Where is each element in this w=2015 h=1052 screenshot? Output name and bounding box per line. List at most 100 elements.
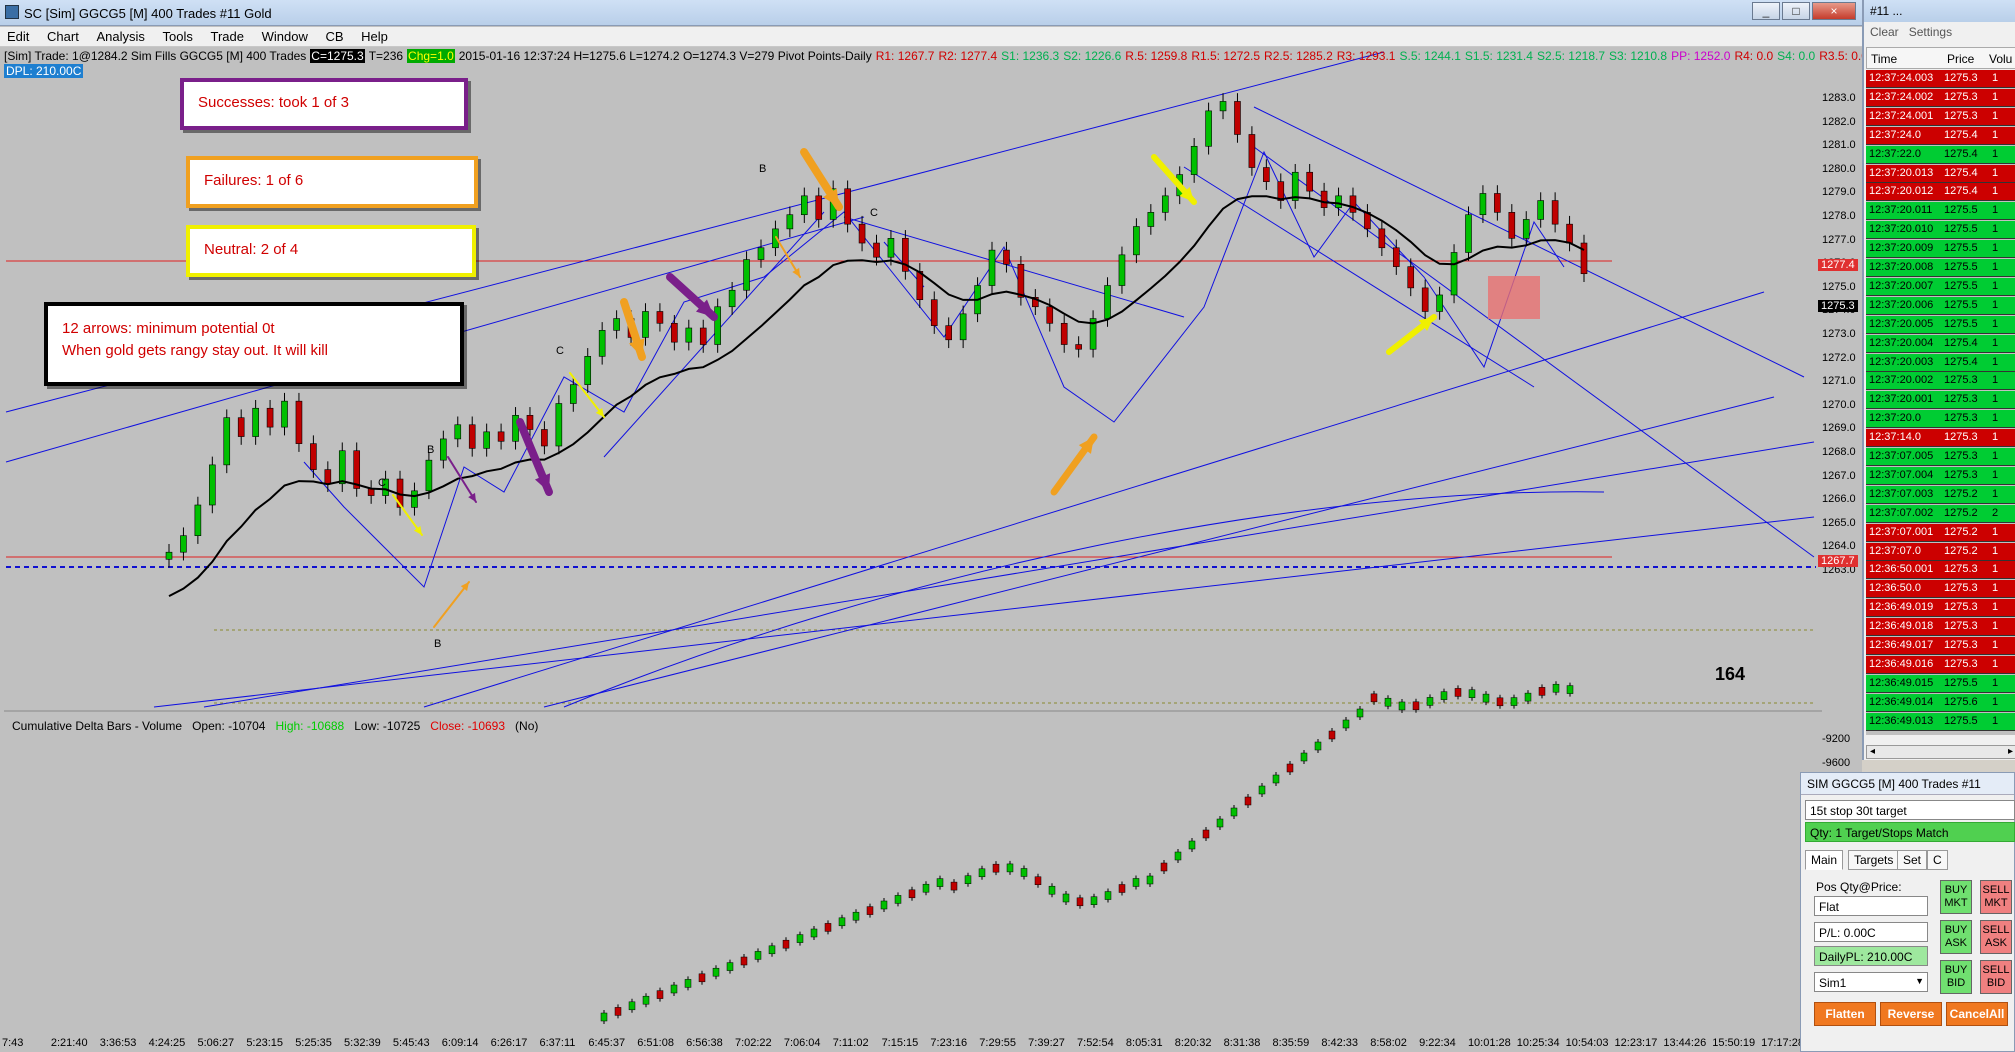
time-tick-label: 8:42:33 — [1321, 1037, 1359, 1049]
tas-cell: 1275.6 — [1944, 695, 1978, 708]
tas-cell: 1275.3 — [1944, 450, 1978, 462]
candle-body — [1450, 252, 1458, 296]
time-tick-label: 10:54:03 — [1565, 1037, 1609, 1049]
sell-market-button[interactable]: SELL MKT — [1980, 880, 2012, 914]
tab-targets[interactable]: Targets — [1848, 850, 1900, 870]
buy-market-button[interactable]: BUY MKT — [1940, 880, 1972, 914]
tab-set[interactable]: Set — [1897, 850, 1928, 870]
candle-body — [223, 417, 231, 466]
tas-cell: 12:36:49.016 — [1869, 657, 1934, 670]
info-item: [Sim] Trade: 1@1284.2 Sim Fills GGCG5 [M… — [4, 49, 307, 63]
tas-cell: 1 — [1992, 336, 1999, 349]
strategy-field[interactable]: 15t stop 30t target — [1805, 800, 2015, 820]
delta-bar — [1006, 863, 1014, 873]
chevron-down-icon[interactable]: ▼ — [1915, 976, 1924, 986]
tas-cell: 1 — [1992, 450, 1999, 462]
scroll-right-icon[interactable]: ▸ — [2008, 746, 2013, 757]
candle-body — [1436, 294, 1443, 312]
tas-cell: 12:37:20.008 — [1869, 261, 1934, 273]
tas-row: 12:37:07.001 1275.2 1 — [1866, 523, 2015, 542]
reverse-button[interactable]: Reverse — [1880, 1002, 1942, 1026]
menu-edit[interactable]: Edit — [0, 27, 36, 44]
delta-bar — [1118, 884, 1126, 893]
time-tick-label: 8:05:31 — [1125, 1037, 1163, 1049]
sell-bid-button[interactable]: SELL BID — [1980, 960, 2012, 994]
delta-bar — [1440, 691, 1448, 700]
menu-tools[interactable]: Tools — [156, 27, 200, 44]
tas-col-price[interactable]: Price — [1947, 52, 1974, 66]
tas-row: 12:37:24.0 1275.4 1 — [1866, 126, 2015, 145]
menu-analysis[interactable]: Analysis — [89, 27, 151, 44]
delta-bar — [1076, 897, 1084, 907]
buy-ask-button[interactable]: BUY ASK — [1940, 920, 1972, 954]
candle-body — [584, 356, 592, 385]
candle-body — [743, 259, 750, 291]
time-scale[interactable]: 7:43 2:21:40 3:36:53 4:24:25 5:06:27 5:23:15 5… — [0, 1034, 1862, 1052]
label-b: B — [759, 163, 766, 175]
tas-cell: 1 — [1992, 563, 1999, 576]
candle-body — [338, 450, 346, 485]
maximize-button[interactable]: □ — [1782, 2, 1810, 20]
tas-cell: 1275.3 — [1944, 468, 1978, 481]
tas-cell: 12:37:20.001 — [1869, 393, 1934, 406]
time-tick-label: 7:11:02 — [832, 1037, 869, 1049]
tas-cell: 1 — [1992, 298, 1999, 311]
tab-c[interactable]: C — [1927, 850, 1948, 870]
delta-tick-label: -9600 — [1822, 757, 1851, 769]
price-tick-label: 1267.0 — [1822, 469, 1856, 482]
info-item: C=1275.3 — [310, 49, 365, 63]
menu-cb[interactable]: CB — [318, 27, 350, 44]
tas-row: 12:36:49.014 1275.6 1 — [1866, 693, 2015, 712]
tas-clear-button[interactable]: Clear — [1870, 25, 1899, 39]
delta-bar — [726, 962, 734, 971]
delta-bar — [1160, 862, 1168, 872]
tas-cell: 1275.3 — [1944, 72, 1978, 84]
menu-window[interactable]: Window — [255, 27, 315, 44]
menu-chart[interactable]: Chart — [40, 27, 86, 44]
sell-ask-button[interactable]: SELL ASK — [1980, 920, 2012, 954]
candle-body — [1580, 242, 1588, 275]
account-select[interactable]: Sim1 ▼ — [1814, 972, 1928, 992]
minimize-button[interactable]: _ — [1752, 2, 1780, 20]
delta-open: Open: -10704 — [192, 719, 266, 733]
tas-col-time[interactable]: Time — [1871, 52, 1897, 66]
tas-cell: 12:36:49.019 — [1869, 601, 1934, 614]
tas-cell: 1 — [1992, 639, 1999, 651]
candle-body — [1161, 195, 1169, 213]
delta-bar — [1426, 697, 1434, 706]
buy-bid-button[interactable]: BUY BID — [1940, 960, 1972, 994]
tas-cell: 1 — [1992, 714, 1999, 727]
tas-cell: 1275.3 — [1944, 393, 1978, 406]
tas-cell: 1275.3 — [1944, 639, 1978, 651]
tab-main[interactable]: Main — [1805, 850, 1844, 870]
menu-help[interactable]: Help — [354, 27, 395, 44]
candle-body — [1118, 254, 1126, 286]
pos-value: Flat — [1814, 896, 1928, 916]
scroll-left-icon[interactable]: ◂ — [1870, 746, 1875, 757]
delta-bar — [1524, 692, 1532, 702]
tas-cell: 1275.5 — [1944, 223, 1978, 236]
candle-body — [1494, 193, 1501, 213]
candle-body — [1479, 193, 1487, 216]
tas-horizontal-scrollbar[interactable]: ◂ ▸ — [1866, 745, 2015, 759]
candle-body — [1277, 181, 1285, 201]
tas-cell: 1 — [1992, 582, 1999, 595]
tas-cell: 1275.3 — [1944, 374, 1978, 387]
trend-line — [543, 396, 1775, 708]
time-tick-label: 5:32:39 — [344, 1037, 381, 1049]
label-c: C — [378, 477, 386, 489]
tas-settings-button[interactable]: Settings — [1909, 25, 1952, 39]
tas-col-volume[interactable]: Volu — [1989, 52, 2012, 66]
cancel-all-button[interactable]: CancelAll — [1946, 1002, 2008, 1026]
tas-row: 12:37:20.013 1275.4 1 — [1866, 164, 2015, 183]
close-button[interactable]: × — [1812, 2, 1856, 20]
candle-body — [656, 311, 664, 324]
delta-bar — [1286, 763, 1294, 773]
delta-bar — [754, 951, 762, 960]
menu-trade[interactable]: Trade — [203, 27, 250, 44]
time-tick-label: 17:17:28 — [1761, 1037, 1804, 1049]
tas-cell: 12:37:07.002 — [1869, 506, 1934, 519]
tas-cell: 1275.2 — [1944, 544, 1978, 557]
flatten-button[interactable]: Flatten — [1814, 1002, 1876, 1026]
tas-cell: 1275.2 — [1944, 525, 1978, 538]
